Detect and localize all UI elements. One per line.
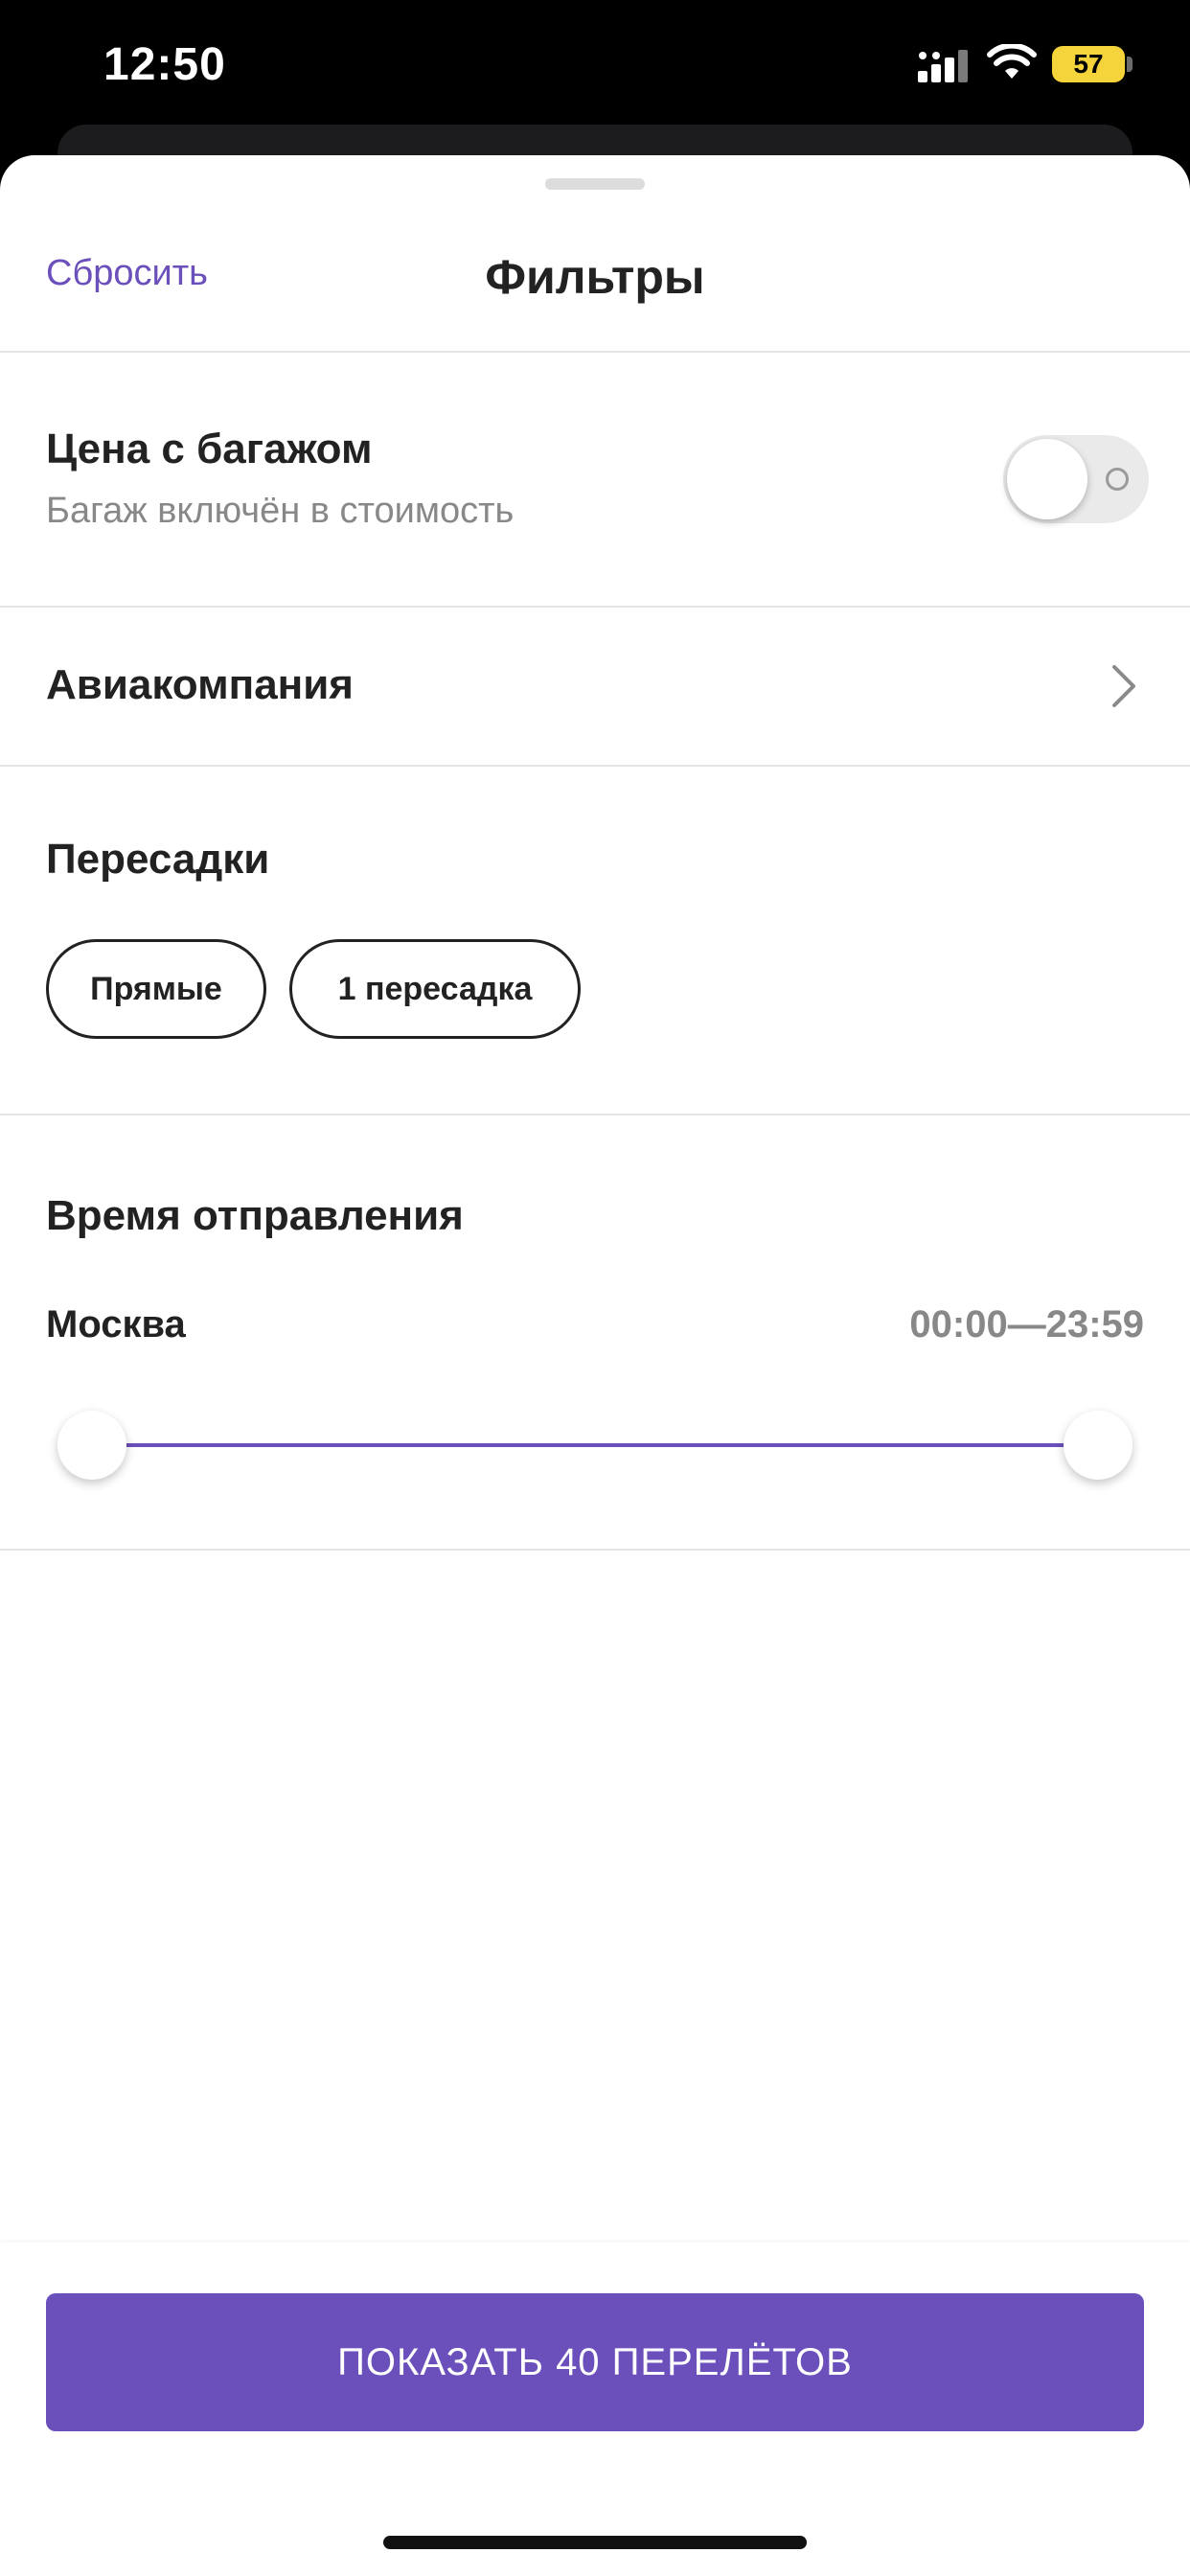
baggage-price-title: Цена с багажом [46,426,373,472]
airline-filter-row[interactable]: Авиакомпания [0,608,1190,765]
sheet-header: Сбросить Фильтры [0,213,1190,353]
chip-one-transfer[interactable]: 1 пересадка [289,939,581,1039]
time-slider-track[interactable] [92,1443,1098,1447]
status-bar: 12:50 57 [0,0,1190,182]
divider [0,1549,1190,1551]
city-label: Москва [46,1303,186,1346]
home-indicator[interactable] [383,2536,807,2549]
transfers-title: Пересадки [46,836,270,883]
time-slider-end-handle[interactable] [1064,1411,1133,1480]
time-range-value: 00:00—23:59 [909,1303,1144,1346]
toggle-knob [1007,439,1087,519]
wifi-icon [987,44,1037,79]
divider [0,1114,1190,1116]
filters-sheet: Сбросить Фильтры Цена с багажом Багаж вк… [0,155,1190,2576]
battery-icon: 57 [1052,46,1125,82]
time-slider-start-handle[interactable] [57,1411,126,1480]
divider [0,765,1190,767]
chip-direct[interactable]: Прямые [46,939,266,1039]
baggage-price-subtitle: Багаж включён в стоимость [46,491,515,531]
sheet-grabber[interactable] [545,178,645,190]
divider [0,351,1190,353]
signal-icon [918,50,968,82]
page-title: Фильтры [485,250,705,304]
chevron-right-icon [1112,665,1135,707]
battery-tip [1127,57,1133,72]
baggage-price-toggle[interactable] [1003,435,1149,523]
show-flights-button[interactable]: ПОКАЗАТЬ 40 ПЕРЕЛЁТОВ [46,2293,1144,2431]
status-time: 12:50 [103,39,226,90]
departure-time-title: Время отправления [46,1192,464,1239]
toggle-off-indicator-icon [1106,468,1129,491]
airline-label: Авиакомпания [46,661,354,708]
